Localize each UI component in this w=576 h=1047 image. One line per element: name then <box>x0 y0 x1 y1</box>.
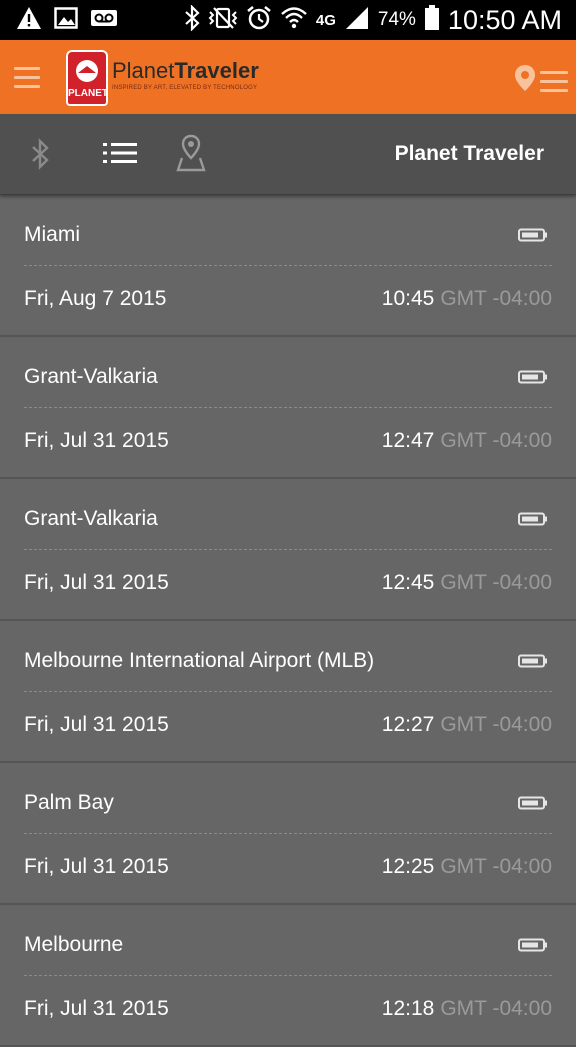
status-time: 10:50 AM <box>447 4 562 35</box>
signal-icon <box>344 6 370 35</box>
image-icon <box>54 6 78 34</box>
battery-icon <box>518 370 548 389</box>
warning-icon <box>16 6 42 35</box>
location-pin-icon[interactable] <box>514 64 536 97</box>
visit-time-group: 12:47 GMT -04:00 <box>382 429 552 453</box>
place-name: Grant-Valkaria <box>24 365 158 388</box>
row-divider <box>24 407 552 408</box>
trip-list: Miami Fri, Aug 7 2015 10:45 GMT -04:00 Gr… <box>0 195 576 1047</box>
bluetooth-icon[interactable] <box>30 138 50 175</box>
visit-time-group: 12:18 GMT -04:00 <box>382 997 552 1021</box>
logo-tagline: INSPIRED BY ART, ELEVATED BY TECHNOLOGY <box>112 85 258 91</box>
visit-time-group: 12:25 GMT -04:00 <box>382 855 552 879</box>
logo-badge-text: PLANET <box>68 88 108 99</box>
logo-badge: PLANET <box>66 50 108 106</box>
visit-time-group: 12:45 GMT -04:00 <box>382 571 552 595</box>
map-pin-icon[interactable] <box>176 134 206 177</box>
row-divider <box>24 265 552 266</box>
bluetooth-icon <box>184 3 200 36</box>
voicemail-icon <box>90 9 118 32</box>
battery-icon <box>518 512 548 531</box>
app-header: PLANET PlanetTraveler INSPIRED BY ART, E… <box>0 40 576 114</box>
list-item[interactable]: Melbourne Fri, Jul 31 2015 12:18 GMT -04:… <box>0 905 576 1047</box>
place-name: Melbourne International Airport (MLB) <box>24 649 375 672</box>
place-name: Melbourne <box>24 933 124 956</box>
row-divider <box>24 833 552 834</box>
visit-time: 12:47 <box>381 429 435 452</box>
list-item[interactable]: Palm Bay Fri, Jul 31 2015 12:25 GMT -04:0… <box>0 763 576 905</box>
logo-word-planet: Planet <box>112 58 175 83</box>
wifi-icon <box>280 5 308 36</box>
visit-date: Fri, Jul 31 2015 <box>24 429 169 452</box>
menu-right-icon[interactable] <box>540 71 568 98</box>
visit-date: Fri, Jul 31 2015 <box>24 855 169 878</box>
list-item[interactable]: Grant-Valkaria Fri, Jul 31 2015 12:45 GMT… <box>0 479 576 621</box>
row-divider <box>24 975 552 976</box>
list-item[interactable]: Grant-Valkaria Fri, Jul 31 2015 12:47 GMT… <box>0 337 576 479</box>
visit-time-group: 12:27 GMT -04:00 <box>382 713 552 737</box>
visit-time: 12:18 <box>381 997 435 1020</box>
visit-time: 12:27 <box>381 713 435 736</box>
timezone-label: GMT -04:00 <box>440 713 552 736</box>
list-item[interactable]: Miami Fri, Aug 7 2015 10:45 GMT -04:00 <box>0 195 576 337</box>
place-name: Grant-Valkaria <box>24 507 158 530</box>
battery-icon <box>424 4 440 36</box>
timezone-label: GMT -04:00 <box>440 287 552 310</box>
list-icon[interactable] <box>103 142 137 169</box>
battery-icon <box>518 938 548 957</box>
visit-date: Fri, Jul 31 2015 <box>24 571 169 594</box>
row-divider <box>24 549 552 550</box>
menu-icon[interactable] <box>14 67 40 94</box>
alarm-icon <box>246 5 272 36</box>
status-bar: 4G 74% 10:50 AM <box>0 0 576 40</box>
visit-date: Fri, Jul 31 2015 <box>24 997 169 1020</box>
toolbar: Planet Traveler <box>0 114 576 195</box>
timezone-label: GMT -04:00 <box>440 571 552 594</box>
battery-icon <box>518 654 548 673</box>
visit-time: 12:45 <box>381 571 435 594</box>
visit-time-group: 10:45 GMT -04:00 <box>382 287 552 311</box>
page-title: Planet Traveler <box>394 142 544 165</box>
timezone-label: GMT -04:00 <box>440 429 552 452</box>
place-name: Palm Bay <box>24 791 114 814</box>
visit-date: Fri, Jul 31 2015 <box>24 713 169 736</box>
timezone-label: GMT -04:00 <box>440 997 552 1020</box>
visit-time: 12:25 <box>381 855 435 878</box>
app-logo-text: PlanetTraveler <box>112 58 259 84</box>
vibrate-icon <box>208 6 238 35</box>
network-type-label: 4G <box>315 11 336 29</box>
logo-word-traveler: Traveler <box>174 58 259 83</box>
battery-icon <box>518 228 548 247</box>
row-divider <box>24 691 552 692</box>
list-item[interactable]: Melbourne International Airport (MLB) Fr… <box>0 621 576 763</box>
visit-time: 10:45 <box>381 287 435 310</box>
visit-date: Fri, Aug 7 2015 <box>24 287 167 310</box>
battery-icon <box>518 796 548 815</box>
battery-percent: 74% <box>377 9 416 30</box>
place-name: Miami <box>24 223 80 246</box>
timezone-label: GMT -04:00 <box>440 855 552 878</box>
